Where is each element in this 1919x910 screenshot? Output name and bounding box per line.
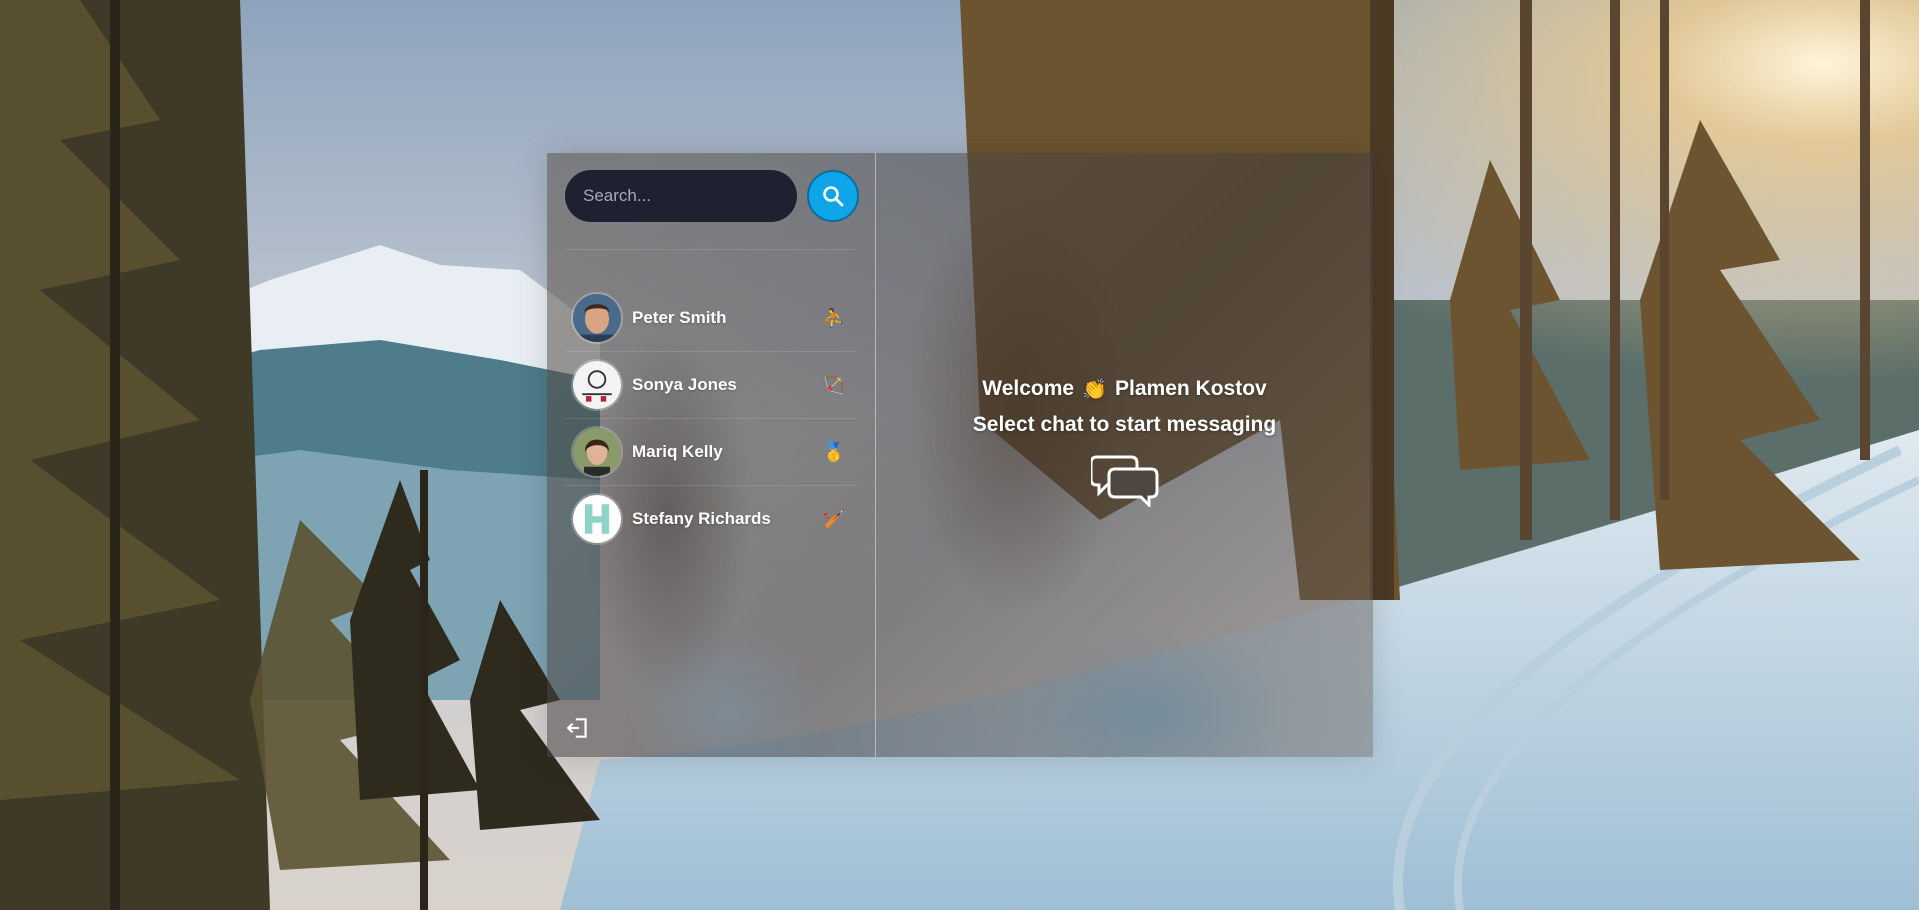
user-status-emoji: ⛹ [822,307,845,329]
sidebar: Peter Smith ⛹ Sonya Jones 🏹 [547,153,876,757]
welcome-message: Welcome 👏 Plamen Kostov [982,377,1266,401]
user-name: Mariq Kelly [632,442,723,461]
user-item-stefany-richards[interactable]: Stefany Richards 🏏 [565,486,857,552]
user-name: Stefany Richards [632,509,771,528]
select-chat-prompt: Select chat to start messaging [972,413,1277,436]
user-status-emoji: 🥇 [822,441,845,463]
user-item-peter-smith[interactable]: Peter Smith ⛹ [565,285,857,352]
avatar [571,426,623,478]
logout-icon [566,718,587,738]
divider [565,249,857,250]
search-bar [565,170,859,222]
user-status-emoji: 🏏 [822,508,845,530]
user-status-emoji: 🏹 [822,374,845,396]
avatar [571,292,623,344]
search-input[interactable] [565,170,797,222]
chat-card: Peter Smith ⛹ Sonya Jones 🏹 [547,153,1373,757]
user-list: Peter Smith ⛹ Sonya Jones 🏹 Mariq Kelly … [565,285,857,552]
search-icon [823,186,844,207]
user-name: Sonya Jones [632,375,737,394]
avatar [571,359,623,411]
user-name: Peter Smith [632,308,727,327]
chat-bubbles-icon [1090,455,1158,507]
logout-button[interactable] [565,715,591,741]
welcome-user-name: Plamen Kostov [1115,377,1267,400]
user-item-mariq-kelly[interactable]: Mariq Kelly 🥇 [565,419,857,486]
user-item-sonya-jones[interactable]: Sonya Jones 🏹 [565,352,857,419]
clap-emoji: 👏 [1082,377,1107,401]
welcome-prefix: Welcome [982,377,1075,400]
message-area: Welcome 👏 Plamen Kostov Select chat to s… [876,153,1373,757]
search-button[interactable] [807,170,859,222]
avatar [571,493,623,545]
